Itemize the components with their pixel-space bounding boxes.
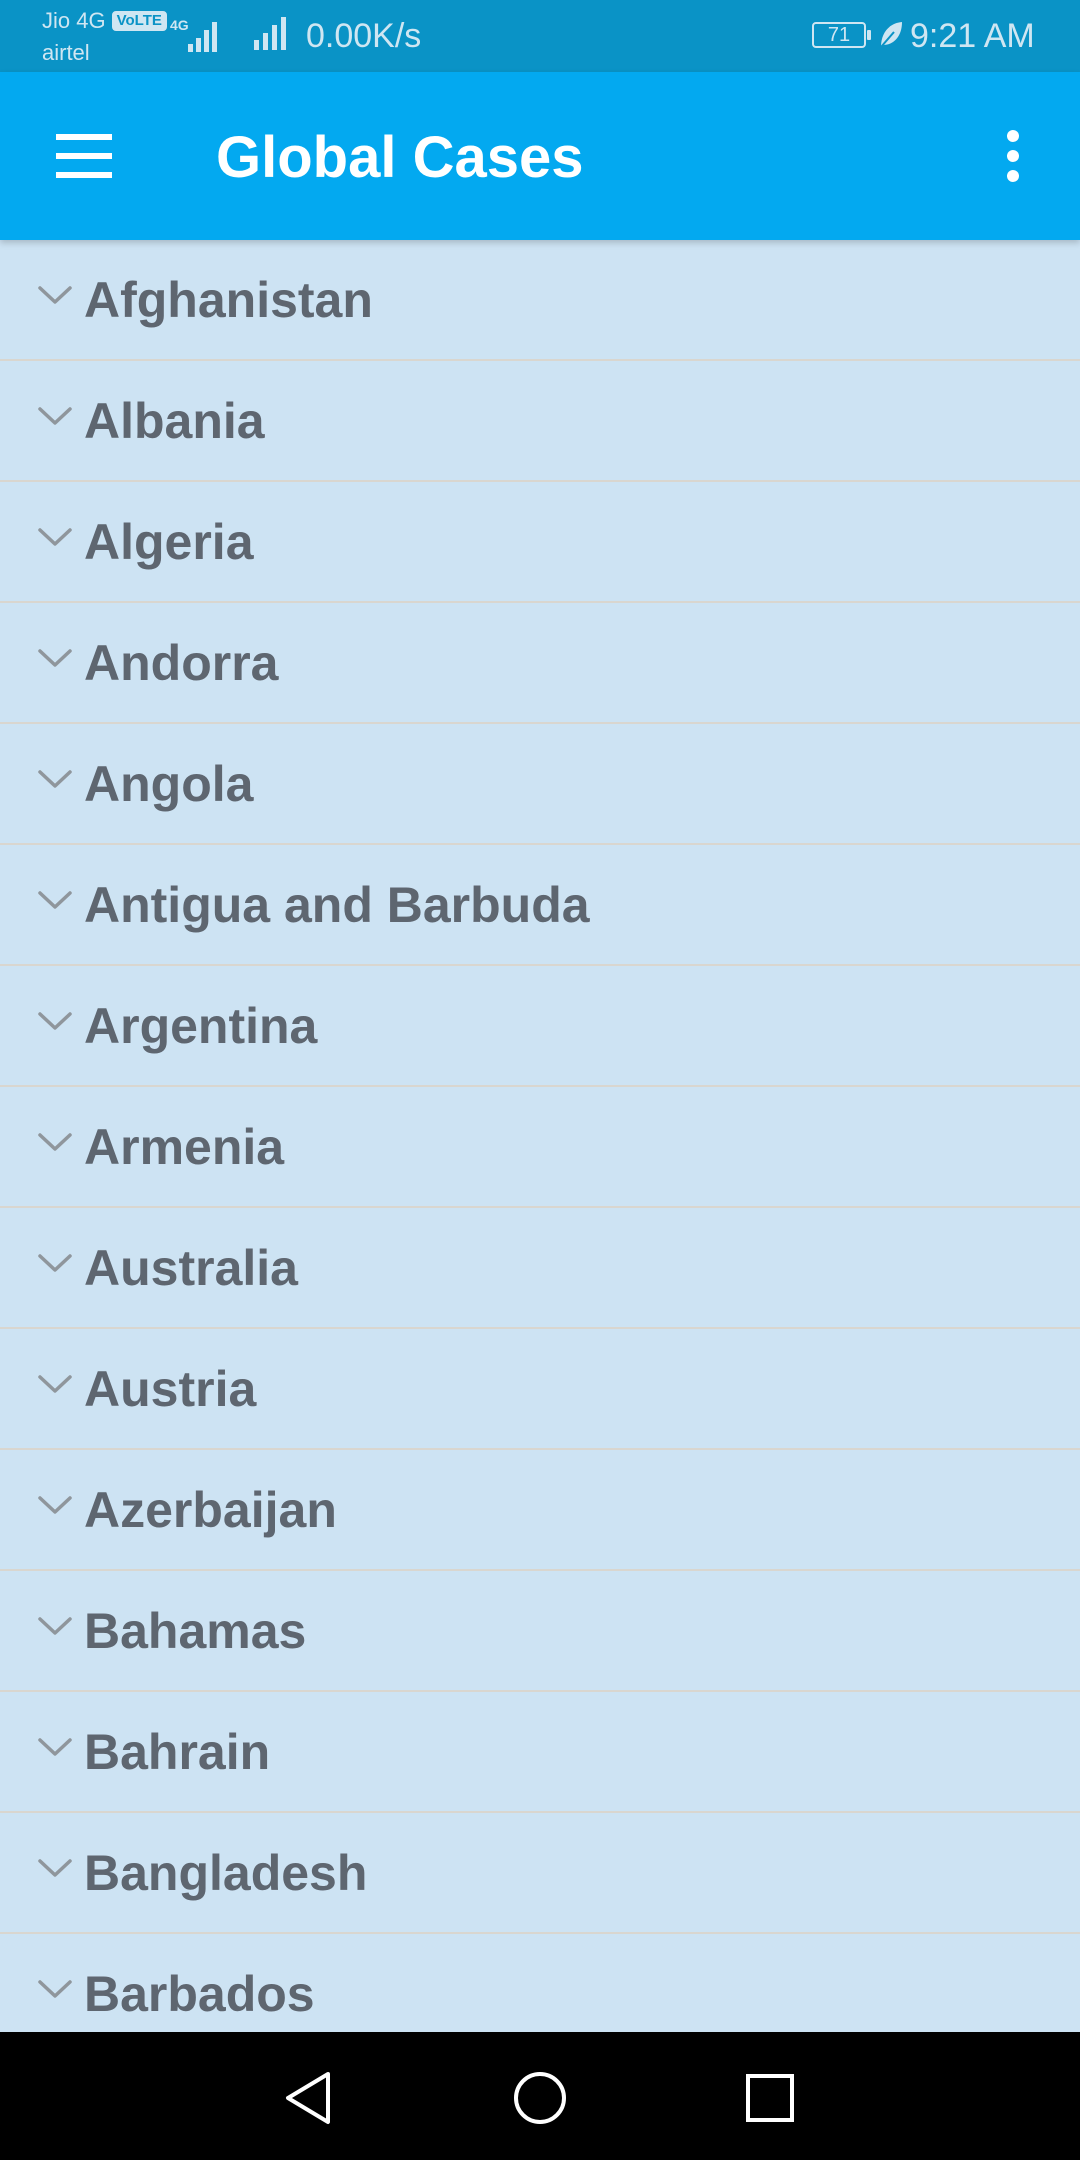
list-item[interactable]: Albania <box>0 361 1080 482</box>
battery-icon: 71 <box>812 22 871 48</box>
system-nav-bar <box>0 2032 1080 2160</box>
country-list[interactable]: Afghanistan Albania Algeria Andorra Angola An… <box>0 240 1080 2032</box>
country-name: Andorra <box>84 635 279 691</box>
network-speed: 0.00K/s <box>306 17 422 55</box>
chevron-down-icon <box>36 1252 74 1274</box>
list-item[interactable]: Bangladesh <box>0 1813 1080 1934</box>
signal-strength-2-icon <box>252 14 292 57</box>
list-item[interactable]: Barbados <box>0 1934 1080 2032</box>
list-item[interactable]: Bahrain <box>0 1692 1080 1813</box>
list-item[interactable]: Angola <box>0 724 1080 845</box>
carrier-primary: Jio 4G <box>42 8 106 33</box>
list-item[interactable]: Antigua and Barbuda <box>0 845 1080 966</box>
chevron-down-icon <box>36 1494 74 1516</box>
chevron-down-icon <box>36 526 74 548</box>
country-name: Barbados <box>84 1966 315 2022</box>
hamburger-menu-icon[interactable] <box>40 122 126 190</box>
list-item[interactable]: Austria <box>0 1329 1080 1450</box>
chevron-down-icon <box>36 1373 74 1395</box>
list-item[interactable]: Australia <box>0 1208 1080 1329</box>
battery-level: 71 <box>827 24 851 46</box>
carrier-secondary: airtel <box>42 40 90 65</box>
country-name: Argentina <box>84 998 318 1054</box>
more-vertical-icon[interactable] <box>990 122 1036 190</box>
status-bar: Jio 4G VoLTE airtel 4G 0.00K/s 71 9:21 A… <box>0 0 1080 72</box>
country-name: Antigua and Barbuda <box>84 877 590 933</box>
chevron-down-icon <box>36 889 74 911</box>
country-name: Australia <box>84 1240 298 1296</box>
country-name: Bahamas <box>84 1603 307 1659</box>
country-name: Afghanistan <box>84 272 373 328</box>
chevron-down-icon <box>36 1857 74 1879</box>
chevron-down-icon <box>36 1978 74 2000</box>
country-name: Albania <box>84 393 265 449</box>
signal-strength-icon: 4G <box>128 10 224 61</box>
chevron-down-icon <box>36 647 74 669</box>
power-saving-leaf-icon <box>878 20 904 55</box>
list-item[interactable]: Azerbaijan <box>0 1450 1080 1571</box>
chevron-down-icon <box>36 1010 74 1032</box>
chevron-down-icon <box>36 405 74 427</box>
chevron-down-icon <box>36 768 74 790</box>
list-item[interactable]: Andorra <box>0 603 1080 724</box>
app-bar: Global Cases <box>0 72 1080 240</box>
svg-text:4G: 4G <box>170 17 189 33</box>
country-name: Algeria <box>84 514 254 570</box>
chevron-down-icon <box>36 284 74 306</box>
chevron-down-icon <box>36 1615 74 1637</box>
country-name: Bahrain <box>84 1724 271 1780</box>
list-item[interactable]: Armenia <box>0 1087 1080 1208</box>
country-name: Bangladesh <box>84 1845 368 1901</box>
country-name: Azerbaijan <box>84 1482 337 1538</box>
clock: 9:21 AM <box>910 17 1035 55</box>
list-item[interactable]: Afghanistan <box>0 240 1080 361</box>
page-title: Global Cases <box>216 125 584 190</box>
list-item[interactable]: Argentina <box>0 966 1080 1087</box>
list-item[interactable]: Algeria <box>0 482 1080 603</box>
recents-square-icon[interactable] <box>744 2072 796 2124</box>
country-name: Armenia <box>84 1119 285 1175</box>
chevron-down-icon <box>36 1131 74 1153</box>
back-triangle-icon[interactable] <box>282 2070 334 2126</box>
country-name: Angola <box>84 756 254 812</box>
country-name: Austria <box>84 1361 257 1417</box>
list-item[interactable]: Bahamas <box>0 1571 1080 1692</box>
home-circle-icon[interactable] <box>512 2070 568 2126</box>
chevron-down-icon <box>36 1736 74 1758</box>
